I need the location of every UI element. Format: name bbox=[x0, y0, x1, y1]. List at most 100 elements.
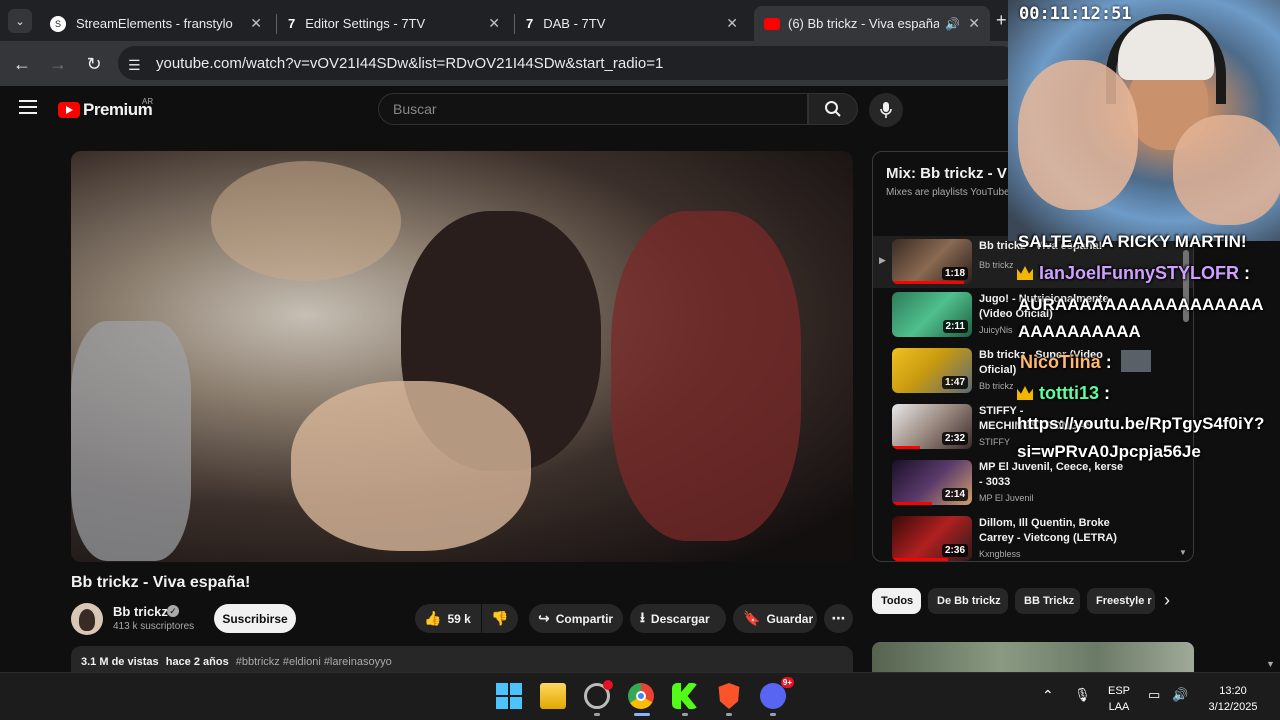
obs-icon[interactable] bbox=[584, 680, 613, 709]
streamelements-icon: S bbox=[50, 15, 66, 32]
7tv-icon: 7 bbox=[288, 16, 296, 31]
page-scroll-down-icon[interactable]: ▼ bbox=[1266, 659, 1275, 669]
site-info-icon[interactable]: ☰ bbox=[128, 57, 141, 74]
item-channel: Bb trickz bbox=[979, 260, 1014, 270]
tab-streamelements[interactable]: S StreamElements - franstylo ✕ bbox=[40, 6, 272, 41]
stream-timer: 00:11:12:51 bbox=[1019, 4, 1132, 24]
scroll-down-arrow-icon[interactable]: ▼ bbox=[1179, 548, 1187, 557]
windows-start-icon[interactable] bbox=[496, 683, 522, 709]
duration: 1:18 bbox=[941, 267, 968, 280]
upload-age: hace 2 años bbox=[165, 656, 229, 668]
more-actions-button[interactable]: ⋯ bbox=[824, 604, 853, 633]
webcam-detail bbox=[1018, 60, 1138, 210]
keyboard-layout: LAA bbox=[1108, 701, 1130, 713]
chat-message: https://youtu.be/RpTgyS4f0iY?si=wPRvA0Jp… bbox=[1017, 414, 1265, 461]
discord-badge: 9+ bbox=[780, 677, 794, 688]
playlist-item[interactable]: 2:36 Dillom, Ill Quentin, Broke Carrey -… bbox=[873, 513, 1193, 561]
file-explorer-icon[interactable] bbox=[540, 683, 566, 709]
new-tab-icon[interactable]: + bbox=[996, 10, 1007, 31]
chip-freestyle[interactable]: Freestyle r bbox=[1087, 588, 1155, 614]
more-horizontal-icon: ⋯ bbox=[831, 610, 846, 626]
streamer-webcam bbox=[1008, 0, 1280, 241]
close-tab-icon[interactable]: ✕ bbox=[726, 15, 738, 32]
youtube-logo[interactable]: Premium bbox=[58, 100, 153, 120]
subscriber-count: 413 k suscriptores bbox=[113, 621, 195, 632]
channel-avatar[interactable] bbox=[71, 603, 103, 635]
item-channel: MP El Juvenil bbox=[979, 493, 1034, 503]
tab-separator bbox=[276, 14, 277, 34]
microphone-icon[interactable]: 🎙 bbox=[1074, 687, 1091, 703]
hashtags[interactable]: #bbtrickz #eldioni #lareinasoyyo bbox=[236, 656, 392, 668]
download-label: Descargar bbox=[650, 611, 710, 626]
close-tab-icon[interactable]: ✕ bbox=[488, 15, 500, 32]
verified-check-icon: ✓ bbox=[167, 605, 179, 617]
video-title: Bb trickz - Viva españa! bbox=[71, 574, 251, 591]
country-code: AR bbox=[142, 97, 154, 106]
view-count: 3.1 M de vistas bbox=[81, 656, 159, 668]
running-indicator bbox=[682, 713, 688, 716]
chip-todos[interactable]: Todos bbox=[872, 588, 921, 614]
active-indicator bbox=[634, 713, 650, 716]
time: 13:20 bbox=[1219, 685, 1247, 697]
menu-icon[interactable] bbox=[19, 100, 37, 118]
address-bar[interactable]: youtube.com/watch?v=vOV21I44SDw&list=RDv… bbox=[118, 46, 1018, 80]
description-box[interactable]: 3.1 M de vistas hace 2 años #bbtrickz #e… bbox=[71, 646, 853, 672]
video-thumbnail: 2:36 bbox=[892, 516, 972, 561]
input-language[interactable]: ESP LAA bbox=[1104, 683, 1134, 715]
save-button[interactable]: 🔖 Guardar bbox=[733, 604, 817, 633]
tab-search-button[interactable]: ⌄ bbox=[8, 9, 32, 33]
tab-separator bbox=[514, 14, 515, 34]
chevron-up-icon[interactable]: ⌃ bbox=[1042, 687, 1054, 704]
dislike-button[interactable]: 👎 bbox=[482, 604, 518, 633]
watch-progress bbox=[892, 446, 920, 449]
discord-icon[interactable]: 9+ bbox=[760, 677, 794, 709]
date: 3/12/2025 bbox=[1208, 701, 1258, 713]
crown-icon bbox=[1017, 386, 1033, 400]
subscribe-button[interactable]: Suscribirse bbox=[214, 604, 296, 633]
item-channel: STIFFY bbox=[979, 437, 1010, 447]
search-icon bbox=[825, 101, 841, 117]
video-frame-detail bbox=[71, 321, 191, 561]
close-tab-icon[interactable]: ✕ bbox=[250, 15, 262, 32]
forward-arrow-icon[interactable]: → bbox=[46, 52, 70, 76]
back-arrow-icon[interactable]: ← bbox=[10, 52, 34, 76]
clock[interactable]: 13:20 3/12/2025 bbox=[1200, 683, 1266, 715]
chevron-right-icon[interactable]: › bbox=[1164, 590, 1170, 611]
bookmark-icon: 🔖 bbox=[743, 610, 761, 626]
chip-bb-trickz[interactable]: BB Trickz bbox=[1015, 588, 1080, 614]
duration: 2:11 bbox=[942, 320, 968, 333]
video-thumbnail: 2:11 bbox=[892, 292, 972, 337]
reload-icon[interactable]: ↻ bbox=[82, 52, 106, 76]
chip-de-bb-trickz[interactable]: De Bb trickz bbox=[928, 588, 1008, 614]
tab-7tv-dab[interactable]: 7 DAB - 7TV ✕ bbox=[516, 6, 748, 41]
network-icon[interactable]: ▭ bbox=[1148, 687, 1160, 703]
search-button[interactable] bbox=[808, 93, 858, 125]
crown-icon bbox=[1017, 266, 1033, 280]
share-button[interactable]: ↪ Compartir bbox=[529, 604, 623, 633]
chat-message: AURAAAAAAAAAAAAAAAAAAAAAAAAAAA bbox=[1018, 295, 1264, 341]
duration: 2:14 bbox=[941, 488, 968, 501]
watch-progress bbox=[892, 281, 964, 284]
chrome-icon[interactable] bbox=[628, 683, 654, 709]
voice-search-button[interactable] bbox=[869, 93, 903, 127]
video-player[interactable] bbox=[71, 151, 853, 562]
search-input[interactable]: Buscar bbox=[378, 93, 808, 125]
youtube-icon bbox=[764, 17, 780, 30]
brave-icon[interactable] bbox=[718, 683, 740, 709]
download-icon: ⭳ bbox=[640, 608, 645, 625]
like-count: 59 k bbox=[447, 611, 471, 626]
tab-7tv-editor[interactable]: 7 Editor Settings - 7TV ✕ bbox=[278, 6, 510, 41]
like-button[interactable]: 👍 59 k bbox=[415, 604, 481, 633]
webcam-detail bbox=[1173, 115, 1280, 225]
tab-youtube-active[interactable]: (6) Bb trickz - Viva españa! 🔊 ✕ bbox=[754, 6, 990, 41]
download-button[interactable]: ⭳ Descargar bbox=[630, 604, 726, 633]
username-text: IanJoelFunnySTYLOFR bbox=[1039, 263, 1240, 283]
speaker-icon[interactable]: 🔊 bbox=[945, 17, 960, 31]
channel-name[interactable]: Bb trickz bbox=[113, 604, 168, 619]
kick-icon[interactable] bbox=[672, 683, 698, 709]
windows-taskbar: 9+ ⌃ 🎙 ESP LAA ▭ 🔊 13:20 3/12/2025 bbox=[0, 672, 1280, 720]
close-tab-icon[interactable]: ✕ bbox=[968, 15, 980, 32]
volume-icon[interactable]: 🔊 bbox=[1172, 687, 1188, 703]
duration: 2:32 bbox=[941, 432, 968, 445]
recommended-video-thumbnail[interactable] bbox=[872, 642, 1194, 676]
